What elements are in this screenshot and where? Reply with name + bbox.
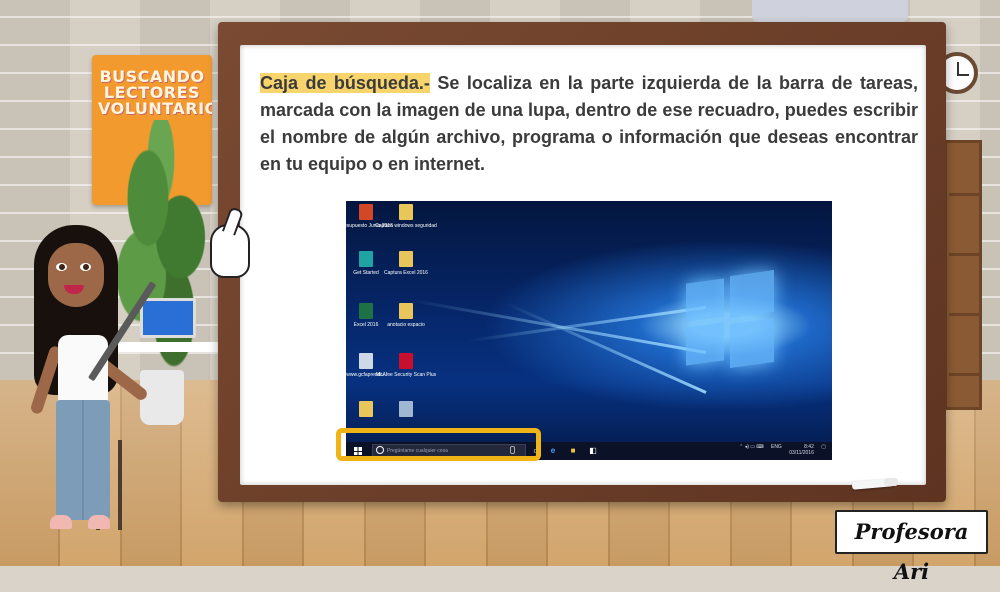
desktop-icon-label: anotacio espacio	[387, 322, 425, 328]
windows-logo	[678, 265, 778, 375]
desktop-icon[interactable]: Captura windows seguridad	[374, 204, 438, 229]
excel-icon	[359, 303, 373, 319]
mcafee-icon	[399, 353, 413, 369]
desktop-icon[interactable]	[374, 401, 438, 420]
system-tray: ⌃ ◂) ▭ ⌨ ENG 8:42 03/11/2016 ▢	[739, 444, 826, 456]
file-explorer-icon[interactable]: ■	[568, 446, 578, 456]
teacher-avatar	[0, 225, 160, 555]
powerpoint-icon	[359, 204, 373, 220]
slide-heading: Caja de búsqueda.-	[260, 73, 430, 93]
folder-icon	[359, 401, 373, 417]
recycle-bin-icon	[399, 401, 413, 417]
desktop-icon-label: Captura Excel 2016	[384, 270, 428, 276]
ceiling-lamp	[752, 0, 908, 22]
desktop-icon-label: Captura windows seguridad	[375, 223, 437, 229]
store-icon[interactable]: ◧	[588, 446, 598, 456]
notifications-icon[interactable]: ▢	[821, 444, 826, 450]
slide-text: Caja de búsqueda.- Se localiza en la par…	[260, 70, 918, 178]
folder-icon	[399, 251, 413, 267]
light-beam	[468, 306, 707, 343]
lightbulb-icon	[359, 251, 373, 267]
desktop-icon[interactable]: anotacio espacio	[374, 303, 438, 328]
tray-language[interactable]: ENG	[771, 444, 782, 450]
pointing-hand-icon	[210, 224, 250, 278]
desktop-icon[interactable]: McAfee Security Scan Plus	[374, 353, 438, 378]
bookshelf	[944, 140, 982, 410]
poster-title: BUSCANDO LECTORES VOLUNTARIOS	[98, 67, 212, 118]
file-icon	[359, 353, 373, 369]
desktop-icon-label: McAfee Security Scan Plus	[375, 372, 437, 378]
signature-badge: Profesora Ari	[835, 510, 988, 584]
avatar-eye	[80, 263, 91, 271]
avatar-shoe	[88, 515, 110, 529]
desktop-icon[interactable]: Captura Excel 2016	[374, 251, 438, 276]
folder-icon	[399, 303, 413, 319]
windows-desktop-screenshot: Presupuesto Junio 2016Captura windows se…	[346, 201, 832, 460]
tray-date[interactable]: 03/11/2016	[789, 450, 814, 456]
avatar-shoe	[50, 515, 72, 529]
avatar-jeans	[56, 400, 110, 520]
chalk-piece	[884, 478, 898, 486]
folder-icon	[399, 204, 413, 220]
avatar-eye	[56, 263, 67, 271]
edge-icon[interactable]: e	[548, 446, 558, 456]
search-highlight-box	[336, 428, 541, 461]
avatar-face	[48, 243, 104, 307]
